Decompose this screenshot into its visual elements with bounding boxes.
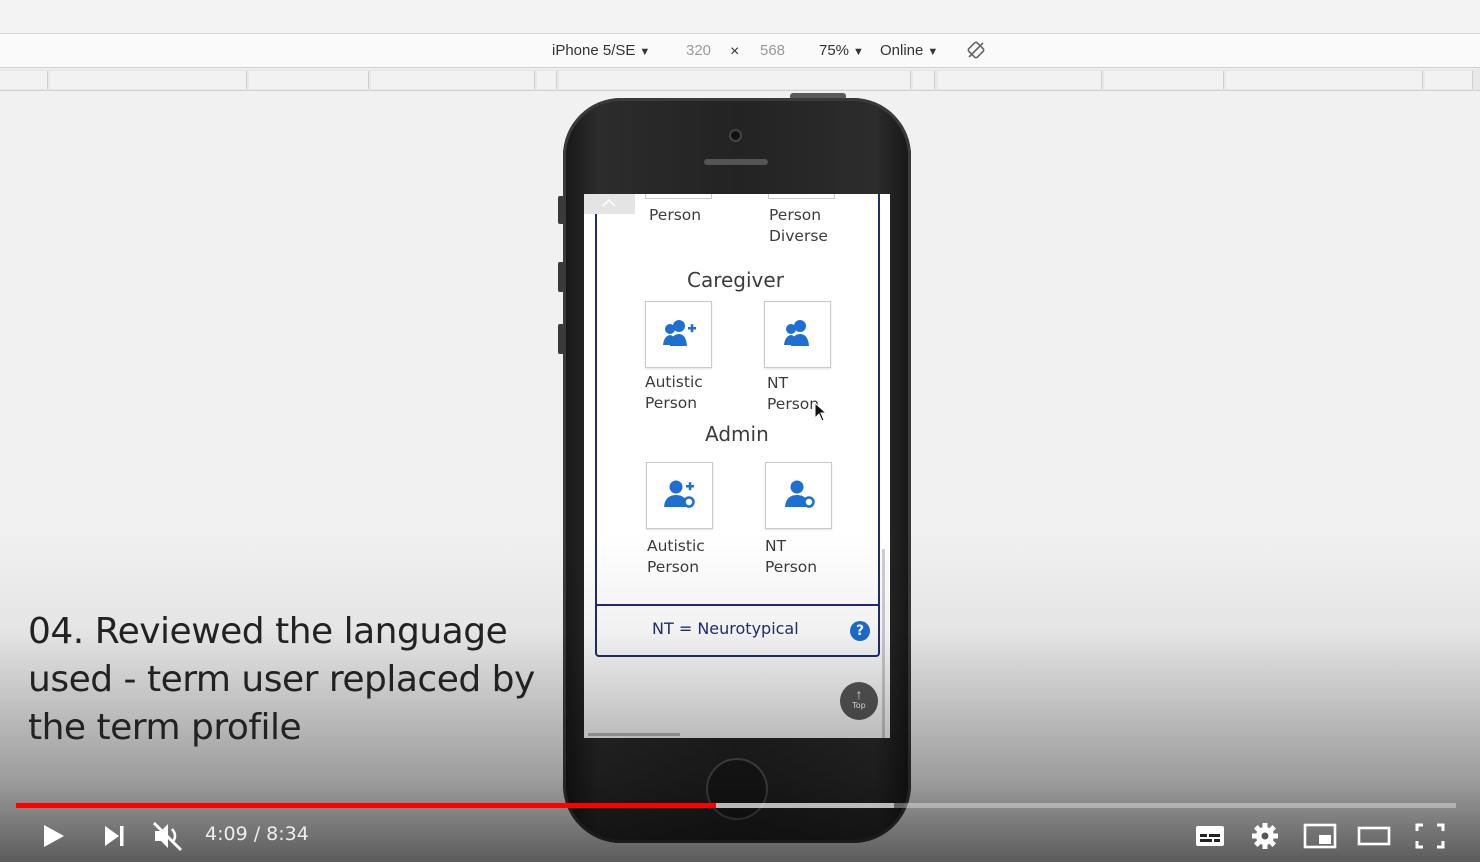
tile-label: NT Person: [765, 537, 818, 576]
mouse-cursor-icon: [814, 402, 828, 422]
zoom-label: 75%: [819, 42, 850, 59]
next-icon[interactable]: [100, 815, 130, 857]
user-plus-gear-icon: [664, 480, 695, 508]
scroll-up-button[interactable]: [584, 194, 635, 214]
times-sign: ×: [730, 43, 740, 60]
phone-camera: [729, 129, 742, 142]
height-field[interactable]: 568: [760, 42, 785, 59]
fullscreen-icon[interactable]: [1412, 815, 1448, 857]
arrow-up-icon: ↑: [855, 686, 863, 702]
settings-gear-icon[interactable]: [1247, 815, 1283, 857]
muted-volume-icon[interactable]: [150, 815, 186, 857]
tile-label: Person Diverse: [769, 206, 828, 245]
width-field[interactable]: 320: [686, 42, 711, 59]
network-label: Online: [880, 42, 924, 59]
network-select[interactable]: Online ▼: [880, 42, 938, 59]
tile-label: Autistic Person: [645, 373, 703, 412]
admin-nt-person-button[interactable]: [765, 462, 832, 529]
chevron-down-icon: ▼: [927, 46, 939, 58]
user-plus-group-icon: [663, 320, 696, 346]
zoom-select[interactable]: 75% ▼: [819, 42, 864, 59]
play-icon[interactable]: [36, 815, 70, 857]
caregiver-autistic-person-button[interactable]: [645, 301, 712, 368]
back-to-top-button[interactable]: ↑ Top: [840, 682, 878, 720]
theater-mode-icon[interactable]: [1356, 815, 1392, 857]
nt-legend: NT = Neurotypical: [652, 619, 799, 638]
miniplayer-icon[interactable]: [1302, 815, 1338, 857]
horizontal-scrollbar[interactable]: [588, 733, 680, 736]
device-label: iPhone 5/SE: [552, 42, 636, 59]
chevron-up-icon: [602, 198, 616, 207]
time-display: 4:09 / 8:34: [205, 823, 309, 845]
phone-screen: Person Person Diverse Caregiver Autistic P…: [584, 194, 890, 738]
help-icon[interactable]: ?: [850, 621, 870, 641]
subtitles-icon[interactable]: [1192, 815, 1228, 857]
device-select[interactable]: iPhone 5/SE ▼: [552, 42, 650, 59]
tile-label: Autistic Person: [647, 537, 705, 576]
devtools-top-strip: [0, 0, 1480, 34]
chevron-down-icon: ▼: [853, 46, 864, 58]
phone-home-button: [706, 758, 768, 820]
phone-speaker: [704, 159, 768, 165]
video-frame: iPhone 5/SE ▼ 320 × 568 75% ▼ Online ▼ P…: [0, 0, 1480, 862]
admin-autistic-person-button[interactable]: [646, 462, 713, 529]
chevron-down-icon: ▼: [639, 46, 651, 58]
top-label: Top: [852, 701, 866, 710]
section-heading-admin: Admin: [705, 422, 769, 446]
media-query-ruler: [0, 69, 1480, 91]
rotate-icon[interactable]: [966, 40, 986, 60]
scrollbar[interactable]: [882, 549, 885, 738]
user-gear-icon: [785, 480, 815, 508]
video-caption: 04. Reviewed the language used - term us…: [28, 611, 535, 748]
tile-fragment: [768, 194, 835, 199]
tile-label: Person: [649, 206, 702, 224]
progress-played: [16, 803, 716, 808]
tile-label: NT Person: [767, 374, 820, 413]
device-toolbar: iPhone 5/SE ▼ 320 × 568 75% ▼ Online ▼: [0, 34, 1480, 68]
user-group-icon: [784, 320, 809, 346]
tile-fragment: [645, 194, 712, 199]
caregiver-nt-person-button[interactable]: [764, 301, 831, 368]
section-heading-caregiver: Caregiver: [687, 268, 784, 292]
